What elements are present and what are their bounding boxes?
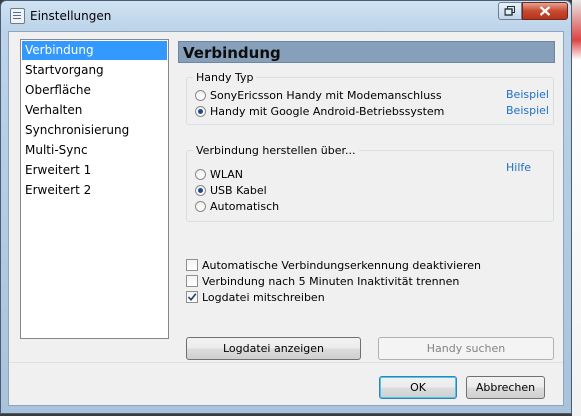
sidebar-item-oberflaeche[interactable]: Oberfläche: [22, 81, 167, 100]
close-button[interactable]: [522, 2, 568, 20]
radio-label: SonyEricsson Handy mit Modemanschluss: [210, 89, 442, 102]
page-title: Verbindung: [183, 44, 281, 62]
beispiel-link-1[interactable]: Beispiel: [506, 88, 549, 101]
settings-app-icon: [10, 8, 25, 24]
handy-typ-group: Handy Typ SonyEricsson Handy mit Modeman…: [186, 71, 554, 125]
radio-button-selected[interactable]: [195, 185, 206, 196]
close-icon: [539, 6, 551, 16]
sidebar-item-verhalten[interactable]: Verhalten: [22, 101, 167, 120]
window-title: Einstellungen: [30, 9, 112, 23]
hilfe-link[interactable]: Hilfe: [506, 161, 531, 174]
checkbox-logdatei[interactable]: Logdatei mitschreiben: [186, 290, 526, 305]
radio-button-selected[interactable]: [195, 106, 206, 117]
restore-button[interactable]: [498, 2, 522, 20]
checkbox-checked[interactable]: [186, 291, 198, 303]
checkbox-label: Logdatei mitschreiben: [202, 291, 325, 304]
checkbox-inaktivitaet[interactable]: Verbindung nach 5 Minuten Inaktivität tr…: [186, 274, 526, 289]
radio-label: Handy mit Google Android-Betriebssystem: [210, 105, 445, 118]
radio-android[interactable]: Handy mit Google Android-Betriebssystem: [195, 104, 495, 119]
dialog-client-area: Verbindung Startvorgang Oberfläche Verha…: [8, 31, 564, 406]
desktop-background: [572, 0, 581, 416]
footer-divider: [9, 362, 563, 363]
radio-wlan[interactable]: WLAN: [195, 167, 395, 182]
radio-button[interactable]: [195, 201, 206, 212]
checkmark-icon: [187, 293, 197, 302]
radio-label: USB Kabel: [210, 184, 267, 197]
cancel-button[interactable]: Abbrechen: [466, 376, 545, 399]
checkbox-label: Automatische Verbindungserkennung deakti…: [202, 259, 481, 272]
checkbox-label: Verbindung nach 5 Minuten Inaktivität tr…: [202, 275, 460, 288]
radio-usb-kabel[interactable]: USB Kabel: [195, 183, 395, 198]
checkbox[interactable]: [186, 259, 198, 271]
group-label-handy-typ: Handy Typ: [193, 71, 257, 84]
restore-icon: [504, 6, 515, 16]
radio-automatisch[interactable]: Automatisch: [195, 199, 395, 214]
beispiel-link-2[interactable]: Beispiel: [506, 104, 549, 117]
sidebar-item-multi-sync[interactable]: Multi-Sync: [22, 141, 167, 160]
radio-sonyericsson[interactable]: SonyEricsson Handy mit Modemanschluss: [195, 88, 495, 103]
logdatei-anzeigen-button[interactable]: Logdatei anzeigen: [186, 337, 361, 360]
group-label-verbindung: Verbindung herstellen über...: [193, 144, 359, 157]
sidebar-item-synchronisierung[interactable]: Synchronisierung: [22, 121, 167, 140]
ok-button[interactable]: OK: [379, 376, 457, 399]
radio-button[interactable]: [195, 169, 206, 180]
sidebar-item-startvorgang[interactable]: Startvorgang: [22, 61, 167, 80]
handy-suchen-button[interactable]: Handy suchen: [378, 337, 554, 360]
panel-header: Verbindung: [178, 41, 555, 63]
title-bar[interactable]: Einstellungen: [1, 1, 571, 31]
sidebar-item-erweitert-2[interactable]: Erweitert 2: [22, 181, 167, 200]
sidebar-item-verbindung[interactable]: Verbindung: [22, 41, 167, 60]
radio-button[interactable]: [195, 90, 206, 101]
category-list[interactable]: Verbindung Startvorgang Oberfläche Verha…: [20, 39, 169, 339]
checkbox-auto-erkennung[interactable]: Automatische Verbindungserkennung deakti…: [186, 258, 526, 273]
sidebar-item-erweitert-1[interactable]: Erweitert 1: [22, 161, 167, 180]
radio-label: Automatisch: [210, 200, 280, 213]
radio-label: WLAN: [210, 168, 244, 181]
settings-dialog: Einstellungen Verbindung Startvorgang Ob…: [0, 0, 572, 414]
verbindung-group: Verbindung herstellen über... Hilfe WLAN…: [186, 144, 554, 222]
checkbox[interactable]: [186, 275, 198, 287]
